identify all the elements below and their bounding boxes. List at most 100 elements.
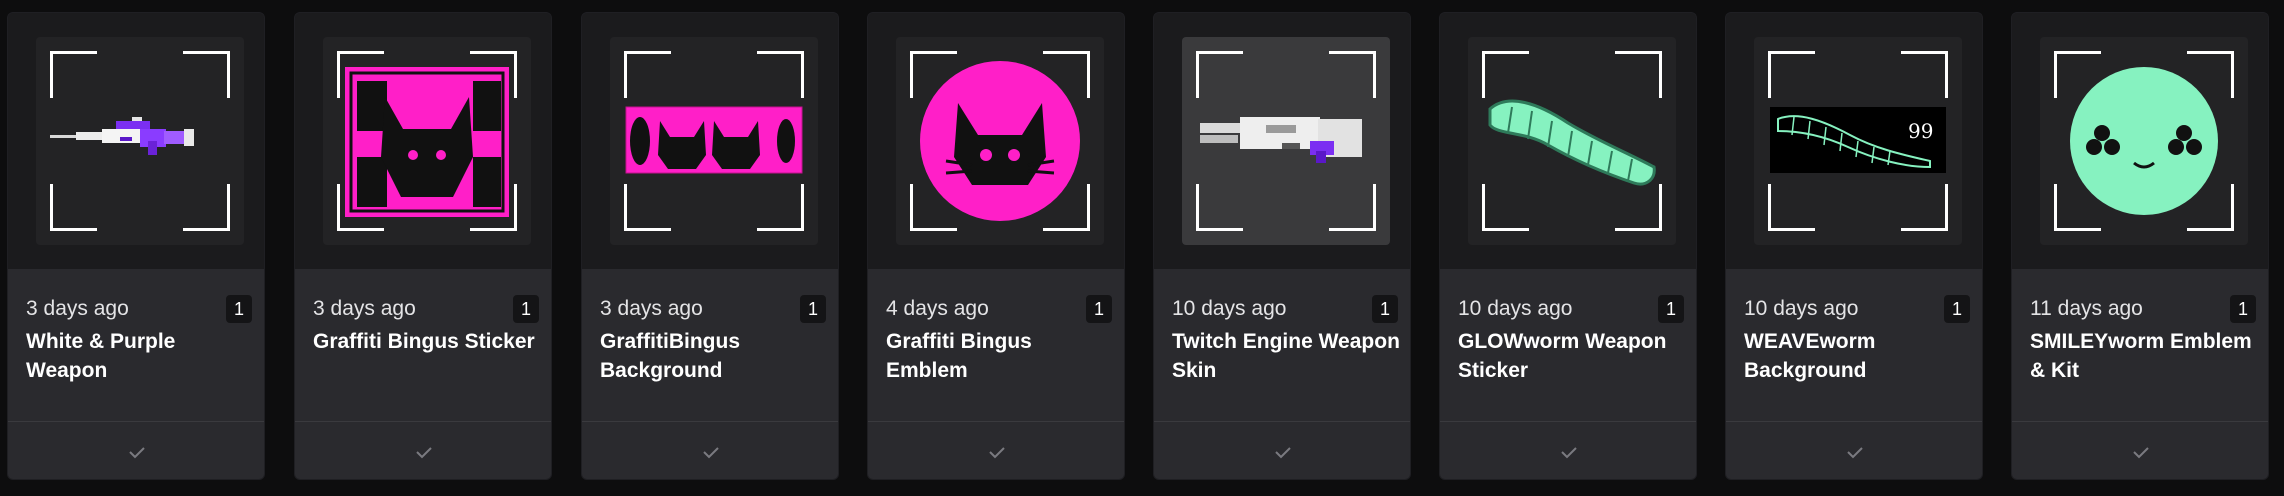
check-icon	[1847, 447, 1863, 459]
card-info: 10 days ago 1 GLOWworm Weapon Sticker	[1440, 269, 1696, 421]
corner-bracket	[910, 51, 957, 98]
corner-bracket	[50, 184, 97, 231]
item-card[interactable]: 3 days ago 1 White & Purple Weapon	[7, 12, 265, 480]
item-date: 4 days ago	[886, 297, 989, 320]
card-footer[interactable]	[8, 421, 264, 479]
corner-bracket	[1043, 51, 1090, 98]
corner-bracket	[470, 51, 517, 98]
corner-bracket	[2054, 51, 2101, 98]
item-title: SMILEYworm Emblem & Kit	[2030, 330, 2252, 382]
item-title: GraffitiBingus Background	[600, 330, 740, 382]
corner-bracket	[1196, 184, 1243, 231]
corner-bracket	[624, 184, 671, 231]
item-date: 3 days ago	[26, 297, 129, 320]
card-footer[interactable]	[1440, 421, 1696, 479]
quantity-badge: 1	[226, 295, 252, 323]
corner-bracket	[2054, 184, 2101, 231]
card-info: 3 days ago 1 Graffiti Bingus Sticker	[295, 269, 551, 421]
item-card[interactable]: 10 days ago 1 Twitch Engine Weapon Skin	[1153, 12, 1411, 480]
corner-bracket	[1329, 184, 1376, 231]
card-media: 99	[1726, 13, 1982, 269]
check-icon	[1275, 447, 1291, 459]
item-thumbnail[interactable]	[36, 37, 244, 245]
card-footer[interactable]	[2012, 421, 2268, 479]
check-icon	[129, 447, 145, 459]
corner-bracket	[2187, 51, 2234, 98]
corner-bracket	[1615, 51, 1662, 98]
item-date: 10 days ago	[1744, 297, 1859, 320]
cards-row: 3 days ago 1 White & Purple Weapon 3 day…	[0, 0, 2284, 496]
card-media	[868, 13, 1124, 269]
item-thumbnail[interactable]	[1182, 37, 1390, 245]
item-card[interactable]: 4 days ago 1 Graffiti Bingus Emblem	[867, 12, 1125, 480]
card-footer[interactable]	[1726, 421, 1982, 479]
corner-bracket	[910, 184, 957, 231]
item-thumbnail[interactable]	[323, 37, 531, 245]
item-date: 11 days ago	[2030, 297, 2143, 320]
item-title: WEAVEworm Background	[1744, 330, 1876, 382]
check-icon	[989, 447, 1005, 459]
item-thumbnail[interactable]	[2040, 37, 2248, 245]
card-info: 4 days ago 1 Graffiti Bingus Emblem	[868, 269, 1124, 421]
corner-bracket	[470, 184, 517, 231]
item-date: 10 days ago	[1458, 297, 1573, 320]
card-media	[2012, 13, 2268, 269]
item-date: 3 days ago	[600, 297, 703, 320]
item-title: White & Purple Weapon	[26, 330, 176, 382]
quantity-badge: 1	[800, 295, 826, 323]
item-title: Graffiti Bingus Sticker	[313, 330, 535, 353]
quantity-badge: 1	[1944, 295, 1970, 323]
item-card[interactable]: 11 days ago 1 SMILEYworm Emblem & Kit	[2011, 12, 2269, 480]
item-title: GLOWworm Weapon Sticker	[1458, 330, 1667, 382]
corner-bracket	[2187, 184, 2234, 231]
corner-bracket	[1329, 51, 1376, 98]
corner-bracket	[1615, 184, 1662, 231]
card-info: 10 days ago 1 WEAVEworm Background	[1726, 269, 1982, 421]
check-icon	[1561, 447, 1577, 459]
card-media	[8, 13, 264, 269]
quantity-badge: 1	[1658, 295, 1684, 323]
quantity-badge: 1	[1372, 295, 1398, 323]
corner-bracket	[1768, 184, 1815, 231]
card-info: 3 days ago 1 GraffitiBingus Background	[582, 269, 838, 421]
card-info: 3 days ago 1 White & Purple Weapon	[8, 269, 264, 421]
card-media	[295, 13, 551, 269]
corner-bracket	[1482, 184, 1529, 231]
check-icon	[703, 447, 719, 459]
item-title: Graffiti Bingus Emblem	[886, 330, 1032, 382]
background-number: 99	[1908, 119, 1934, 143]
item-thumbnail[interactable]: 99	[1754, 37, 1962, 245]
item-thumbnail[interactable]	[1468, 37, 1676, 245]
corner-bracket	[183, 51, 230, 98]
item-card[interactable]: 99 10 days ago 1 WEAVEworm Background	[1725, 12, 1983, 480]
card-footer[interactable]	[582, 421, 838, 479]
corner-bracket	[1768, 51, 1815, 98]
item-card[interactable]: 3 days ago 1 Graffiti Bingus Sticker	[294, 12, 552, 480]
corner-bracket	[1043, 184, 1090, 231]
card-footer[interactable]	[1154, 421, 1410, 479]
check-icon	[2133, 447, 2149, 459]
quantity-badge: 1	[513, 295, 539, 323]
corner-bracket	[1901, 51, 1948, 98]
card-info: 11 days ago 1 SMILEYworm Emblem & Kit	[2012, 269, 2268, 421]
card-media	[582, 13, 838, 269]
corner-bracket	[337, 184, 384, 231]
item-date: 3 days ago	[313, 297, 416, 320]
card-info: 10 days ago 1 Twitch Engine Weapon Skin	[1154, 269, 1410, 421]
corner-bracket	[1482, 51, 1529, 98]
corner-bracket	[757, 51, 804, 98]
item-thumbnail[interactable]	[610, 37, 818, 245]
item-card[interactable]: 10 days ago 1 GLOWworm Weapon Sticker	[1439, 12, 1697, 480]
check-icon	[416, 447, 432, 459]
corner-bracket	[1901, 184, 1948, 231]
quantity-badge: 1	[2230, 295, 2256, 323]
card-media	[1154, 13, 1410, 269]
item-date: 10 days ago	[1172, 297, 1287, 320]
item-card[interactable]: 3 days ago 1 GraffitiBingus Background	[581, 12, 839, 480]
corner-bracket	[757, 184, 804, 231]
card-footer[interactable]	[295, 421, 551, 479]
corner-bracket	[337, 51, 384, 98]
item-thumbnail[interactable]	[896, 37, 1104, 245]
card-footer[interactable]	[868, 421, 1124, 479]
corner-bracket	[624, 51, 671, 98]
